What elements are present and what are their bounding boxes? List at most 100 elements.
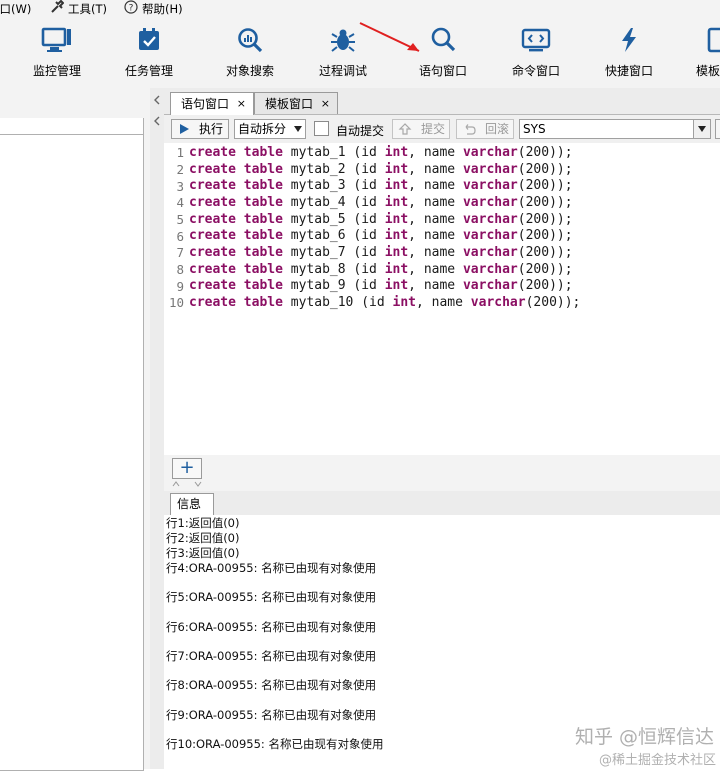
toolbar-task-label: 任务管理 (124, 64, 173, 78)
close-icon[interactable]: × (237, 93, 246, 115)
execute-button[interactable]: 执行 (171, 119, 229, 139)
identifier: , name (408, 178, 463, 193)
commit-button[interactable]: 提交 (392, 119, 450, 139)
panel-splitter[interactable] (150, 88, 164, 769)
collapse-left-icon[interactable] (153, 95, 161, 105)
schema-select[interactable]: SYS (519, 119, 711, 139)
splitter-arrows-icon[interactable] (171, 481, 203, 487)
rollback-button[interactable]: 回滚 (456, 119, 514, 139)
more-button[interactable] (715, 119, 720, 139)
info-tab-strip: 信息 (164, 491, 720, 516)
type: int (384, 178, 409, 193)
message-line: 行5:ORA-00955: 名称已由现有对象使用 (166, 590, 377, 604)
message-line: 行3:返回值(0) (166, 546, 240, 560)
collapse-left-icon-2[interactable] (153, 116, 161, 126)
identifier: (200)); (517, 195, 573, 210)
identifier: (200)); (517, 262, 573, 277)
type: varchar (462, 262, 518, 277)
toolbar-command-window-button[interactable]: 命令窗口 (491, 18, 581, 88)
line-number-gutter: 1 2 3 4 5 6 7 8 9 10 (164, 143, 186, 455)
message-line: 行10:ORA-00955: 名称已由现有对象使用 (166, 737, 384, 751)
menu-help[interactable]: ? 帮助(H) (124, 0, 183, 18)
type: int (392, 295, 416, 310)
toolbar-monitor-button[interactable]: 监控管理 (12, 18, 102, 88)
identifier: , name (408, 228, 463, 243)
split-mode-select[interactable]: 自动拆分 (234, 119, 306, 139)
code-line: create table mytab_9 (id int, name varch… (189, 277, 573, 294)
type: varchar (462, 212, 518, 227)
keyword: create (189, 212, 236, 227)
type: varchar (462, 245, 518, 260)
identifier: , name (408, 145, 463, 160)
tab-statement-window[interactable]: 语句窗口 × (170, 92, 254, 115)
code-line: create table mytab_2 (id int, name varch… (189, 161, 573, 178)
identifier: mytab_1 (id (282, 145, 385, 160)
identifier: , name (408, 278, 463, 293)
menu-tools[interactable]: 工具(T) (50, 0, 107, 18)
type: varchar (462, 178, 518, 193)
toolbar-statement-window-label: 语句窗口 (418, 64, 467, 78)
execute-label: 执行 (199, 122, 224, 136)
toolbar-command-window-label: 命令窗口 (511, 64, 560, 78)
watermark: 知乎 @恒辉信达 @稀土掘金技术社区 (556, 722, 720, 769)
type: int (384, 212, 409, 227)
toolbar-object-search-button[interactable]: 对象搜索 (205, 18, 295, 88)
message-line: 行8:ORA-00955: 名称已由现有对象使用 (166, 678, 377, 692)
toolbar-template-button[interactable]: 模板 (672, 18, 720, 88)
code-line: create table mytab_4 (id int, name varch… (189, 194, 573, 211)
keyword: table (243, 295, 283, 310)
object-tree-header (0, 118, 143, 135)
code-line: create table mytab_10 (id int, name varc… (189, 294, 580, 311)
line-number: 5 (176, 212, 184, 227)
keyword: create (189, 162, 236, 177)
upload-icon (398, 123, 412, 135)
play-icon (180, 124, 189, 134)
keyword: create (189, 295, 236, 310)
keyword: table (243, 228, 283, 243)
keyword: table (243, 162, 283, 177)
type: varchar (462, 145, 518, 160)
type: int (384, 162, 409, 177)
message-line: 行1:返回值(0) (166, 516, 240, 530)
identifier: mytab_2 (id (282, 162, 385, 177)
type: varchar (462, 278, 518, 293)
autocommit-checkbox[interactable] (314, 121, 329, 136)
identifier: (200)); (517, 162, 573, 177)
keyword: create (189, 245, 236, 260)
tab-template-window[interactable]: 模板窗口 × (254, 92, 338, 114)
object-tree[interactable] (0, 118, 144, 771)
help-icon: ? (124, 0, 138, 19)
identifier: mytab_4 (id (282, 195, 385, 210)
identifier: (200)); (517, 228, 573, 243)
identifier: (200)); (517, 178, 573, 193)
tab-info[interactable]: 信息 (170, 493, 214, 515)
code-line: create table mytab_6 (id int, name varch… (189, 227, 573, 244)
chevron-down-icon (294, 126, 302, 132)
toolbar-quick-window-button[interactable]: 快捷窗口 (584, 18, 674, 88)
toolbar-template-label: 模板 (696, 64, 720, 78)
menu-help-label: 帮助(H) (142, 1, 183, 16)
code-line: create table mytab_8 (id int, name varch… (189, 261, 573, 278)
identifier: , name (408, 212, 463, 227)
line-number: 10 (168, 295, 184, 310)
type: int (384, 228, 409, 243)
menu-window[interactable]: 窗口(W) (0, 0, 31, 18)
type: int (384, 262, 409, 277)
editor-toolbar: 执行 自动拆分 自动提交 提交 回滚 SYS (164, 115, 720, 144)
message-line: 行7:ORA-00955: 名称已由现有对象使用 (166, 649, 377, 663)
identifier: , name (416, 295, 471, 310)
close-icon[interactable]: × (321, 93, 330, 115)
annotation-arrow-icon (359, 22, 420, 52)
keyword: table (243, 145, 283, 160)
keyword: create (189, 262, 236, 277)
toolbar-debug-label: 过程调试 (318, 64, 367, 78)
message-line: 行4:ORA-00955: 名称已由现有对象使用 (166, 561, 377, 575)
watermark-line-2: @稀土掘金技术社区 (598, 753, 716, 768)
identifier: , name (408, 262, 463, 277)
watermark-line-1: 知乎 @恒辉信达 (574, 726, 714, 748)
rollback-label: 回滚 (485, 122, 510, 136)
add-window-button[interactable]: + (172, 458, 202, 479)
keyword: create (189, 195, 236, 210)
tab-statement-window-label: 语句窗口 (181, 97, 230, 111)
toolbar-task-button[interactable]: 任务管理 (104, 18, 194, 88)
